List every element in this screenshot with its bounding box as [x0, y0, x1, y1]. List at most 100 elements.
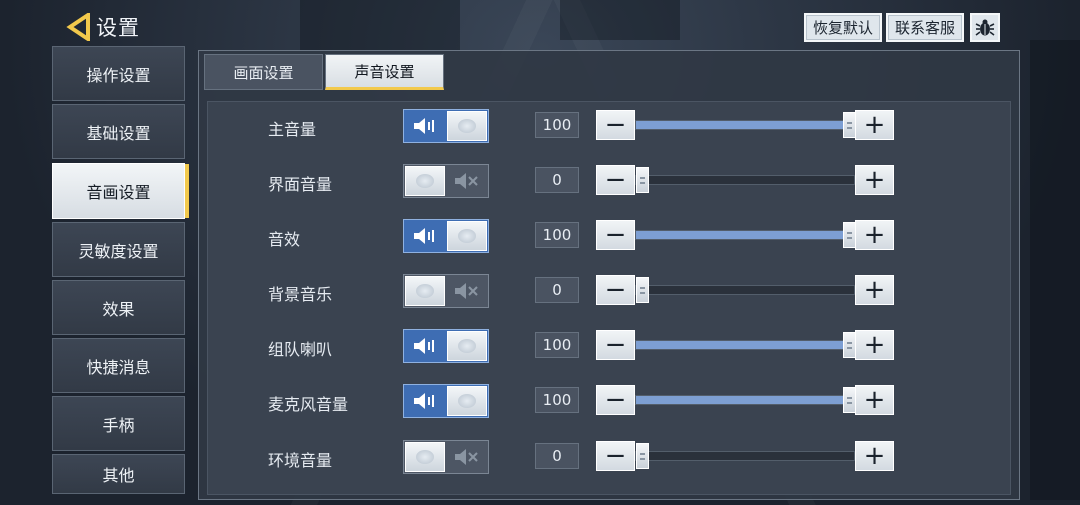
volume-slider[interactable] [635, 222, 856, 248]
bug-report-button[interactable] [970, 13, 1000, 42]
slider-handle[interactable] [636, 443, 649, 469]
slider-fill [636, 341, 850, 349]
increase-button[interactable]: + [855, 330, 894, 360]
tab-bar: 画面设置 声音设置 [204, 54, 444, 90]
settings-panel: 画面设置 声音设置 主音量 100− + 界面音量 0− + 音效 100− + 背景音乐 0− + 组… [198, 50, 1020, 500]
sidebar-item-controls[interactable]: 操作设置 [52, 46, 185, 101]
mute-toggle[interactable] [403, 219, 489, 253]
sidebar-item-label: 其他 [102, 466, 135, 485]
increase-button[interactable]: + [855, 385, 894, 415]
increase-button[interactable]: + [855, 165, 894, 195]
increase-button[interactable]: + [855, 441, 894, 471]
slider-handle[interactable] [636, 277, 649, 303]
volume-value[interactable]: 0 [535, 443, 579, 469]
mute-toggle[interactable] [403, 164, 489, 198]
sound-settings-list: 主音量 100− + 界面音量 0− + 音效 100− + 背景音乐 0− + 组队喇叭 100− + 麦克… [207, 101, 1011, 495]
setting-row-master-volume: 主音量 100− + [208, 106, 1012, 146]
decrease-button[interactable]: − [596, 385, 635, 415]
toggle-knob [447, 221, 487, 251]
slider-fill [636, 231, 850, 239]
bg-building [300, 0, 460, 50]
toggle-knob [405, 166, 445, 196]
mute-toggle[interactable] [403, 440, 489, 474]
speaker-on-icon [404, 220, 446, 252]
bug-icon [975, 19, 995, 36]
back-button[interactable]: 设置 [66, 12, 140, 42]
setting-row-ambient-volume: 环境音量 0− + [208, 437, 1012, 477]
volume-slider[interactable] [635, 277, 855, 303]
sidebar-item-label: 基础设置 [86, 123, 151, 143]
decrease-button[interactable]: − [596, 220, 635, 250]
volume-slider[interactable] [635, 332, 856, 358]
setting-row-ui-volume: 界面音量 0− + [208, 161, 1012, 201]
decrease-button[interactable]: − [596, 110, 635, 140]
contact-support-button[interactable]: 联系客服 [885, 13, 964, 42]
top-actions: 恢复默认 联系客服 [803, 13, 964, 42]
mute-toggle[interactable] [403, 329, 489, 363]
sidebar-item-label: 手柄 [102, 415, 135, 435]
setting-label: 组队喇叭 [268, 340, 333, 359]
decrease-button[interactable]: − [596, 330, 635, 360]
tab-sound[interactable]: 声音设置 [325, 54, 444, 90]
sidebar-item-basic[interactable]: 基础设置 [52, 104, 185, 159]
mute-toggle[interactable] [403, 384, 489, 418]
increase-button[interactable]: + [855, 275, 894, 305]
bg-building [1030, 40, 1080, 500]
volume-value[interactable]: 100 [535, 387, 579, 413]
decrease-button[interactable]: − [596, 165, 635, 195]
sidebar-item-effects[interactable]: 效果 [52, 280, 185, 335]
bg-building [560, 0, 680, 40]
setting-label: 音效 [268, 230, 301, 249]
decrease-button[interactable]: − [596, 441, 635, 471]
volume-value[interactable]: 100 [535, 222, 579, 248]
speaker-muted-icon [446, 441, 488, 473]
sidebar-item-audio-video[interactable]: 音画设置 [52, 163, 189, 219]
volume-value[interactable]: 100 [535, 332, 579, 358]
increase-button[interactable]: + [855, 220, 894, 250]
slider-fill [636, 396, 850, 404]
sidebar-item-label: 灵敏度设置 [78, 241, 159, 261]
volume-value[interactable]: 0 [535, 167, 579, 193]
toggle-knob [447, 331, 487, 361]
volume-value[interactable]: 0 [535, 277, 579, 303]
tab-graphics[interactable]: 画面设置 [204, 54, 323, 90]
sidebar-item-label: 效果 [102, 299, 135, 319]
chevron-left-icon [66, 13, 90, 41]
mute-toggle[interactable] [403, 109, 489, 143]
setting-label: 麦克风音量 [268, 395, 349, 414]
mute-toggle[interactable] [403, 274, 489, 308]
volume-slider[interactable] [635, 112, 856, 138]
sidebar-item-label: 音画设置 [86, 183, 151, 202]
setting-row-background-music: 背景音乐 0− + [208, 271, 1012, 311]
setting-row-mic-volume: 麦克风音量 100− + [208, 381, 1012, 421]
sidebar-item-label: 快捷消息 [86, 357, 151, 377]
speaker-muted-icon [446, 165, 488, 197]
page-title: 设置 [96, 16, 140, 40]
decrease-button[interactable]: − [596, 275, 635, 305]
restore-defaults-button[interactable]: 恢复默认 [803, 13, 882, 42]
slider-handle[interactable] [636, 167, 649, 193]
speaker-on-icon [404, 110, 446, 142]
toggle-knob [447, 386, 487, 416]
setting-label: 环境音量 [268, 451, 333, 470]
sidebar-item-gamepad[interactable]: 手柄 [52, 396, 185, 451]
sidebar-item-label: 操作设置 [86, 65, 151, 85]
setting-row-sound-effects: 音效 100− + [208, 216, 1012, 256]
sidebar-item-other[interactable]: 其他 [52, 454, 185, 494]
sidebar-item-quick-messages[interactable]: 快捷消息 [52, 338, 185, 393]
sidebar-item-sensitivity[interactable]: 灵敏度设置 [52, 222, 185, 277]
increase-button[interactable]: + [855, 110, 894, 140]
speaker-on-icon [404, 330, 446, 362]
toggle-knob [447, 111, 487, 141]
volume-slider[interactable] [635, 443, 855, 469]
setting-label: 界面音量 [268, 175, 333, 194]
volume-value[interactable]: 100 [535, 112, 579, 138]
setting-row-team-speaker: 组队喇叭 100− + [208, 326, 1012, 366]
toggle-knob [405, 442, 445, 472]
volume-slider[interactable] [635, 167, 855, 193]
volume-slider[interactable] [635, 387, 856, 413]
toggle-knob [405, 276, 445, 306]
setting-label: 背景音乐 [268, 285, 333, 304]
slider-fill [636, 121, 850, 129]
speaker-on-icon [404, 385, 446, 417]
